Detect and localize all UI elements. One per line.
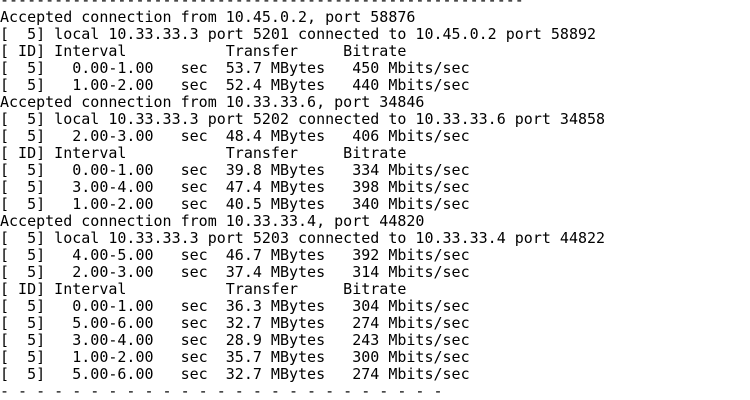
terminal-line: [ 5] local 10.33.33.3 port 5202 connecte… xyxy=(0,110,606,128)
terminal-line: [ 5] 0.00-1.00 sec 36.3 MBytes 304 Mbits… xyxy=(0,297,470,315)
terminal-line: [ 5] 1.00-2.00 sec 35.7 MBytes 300 Mbits… xyxy=(0,348,470,366)
terminal-line: [ 5] 3.00-4.00 sec 28.9 MBytes 243 Mbits… xyxy=(0,331,470,349)
terminal-window[interactable]: ----------------------------------------… xyxy=(0,0,750,400)
terminal-line: [ 5] 1.00-2.00 sec 52.4 MBytes 440 Mbits… xyxy=(0,76,470,94)
terminal-line: [ 5] 1.00-2.00 sec 40.5 MBytes 340 Mbits… xyxy=(0,195,470,213)
terminal-line: [ 5] 5.00-6.00 sec 32.7 MBytes 274 Mbits… xyxy=(0,365,470,383)
terminal-line: [ 5] 5.00-6.00 sec 32.7 MBytes 274 Mbits… xyxy=(0,314,470,332)
terminal-line: Accepted connection from 10.45.0.2, port… xyxy=(0,8,416,26)
terminal-line: [ 5] local 10.33.33.3 port 5203 connecte… xyxy=(0,229,606,247)
terminal-output: ----------------------------------------… xyxy=(0,0,605,400)
terminal-line: [ 5] local 10.33.33.3 port 5201 connecte… xyxy=(0,25,597,43)
terminal-line: [ 5] 0.00-1.00 sec 53.7 MBytes 450 Mbits… xyxy=(0,59,470,77)
terminal-line: [ 5] 3.00-4.00 sec 47.4 MBytes 398 Mbits… xyxy=(0,178,470,196)
terminal-line: [ 5] 2.00-3.00 sec 37.4 MBytes 314 Mbits… xyxy=(0,263,470,281)
terminal-line: [ 5] 4.00-5.00 sec 46.7 MBytes 392 Mbits… xyxy=(0,246,470,264)
terminal-line: [ ID] Interval Transfer Bitrate xyxy=(0,42,407,60)
terminal-line: [ ID] Interval Transfer Bitrate xyxy=(0,280,407,298)
terminal-line: [ 5] 0.00-1.00 sec 39.8 MBytes 334 Mbits… xyxy=(0,161,470,179)
terminal-line: - - - - - - - - - - - - - - - - - - - - … xyxy=(0,382,443,400)
terminal-line: Accepted connection from 10.33.33.6, por… xyxy=(0,93,425,111)
terminal-line: [ 5] 2.00-3.00 sec 48.4 MBytes 406 Mbits… xyxy=(0,127,470,145)
terminal-line: Accepted connection from 10.33.33.4, por… xyxy=(0,212,425,230)
terminal-line: [ ID] Interval Transfer Bitrate xyxy=(0,144,407,162)
